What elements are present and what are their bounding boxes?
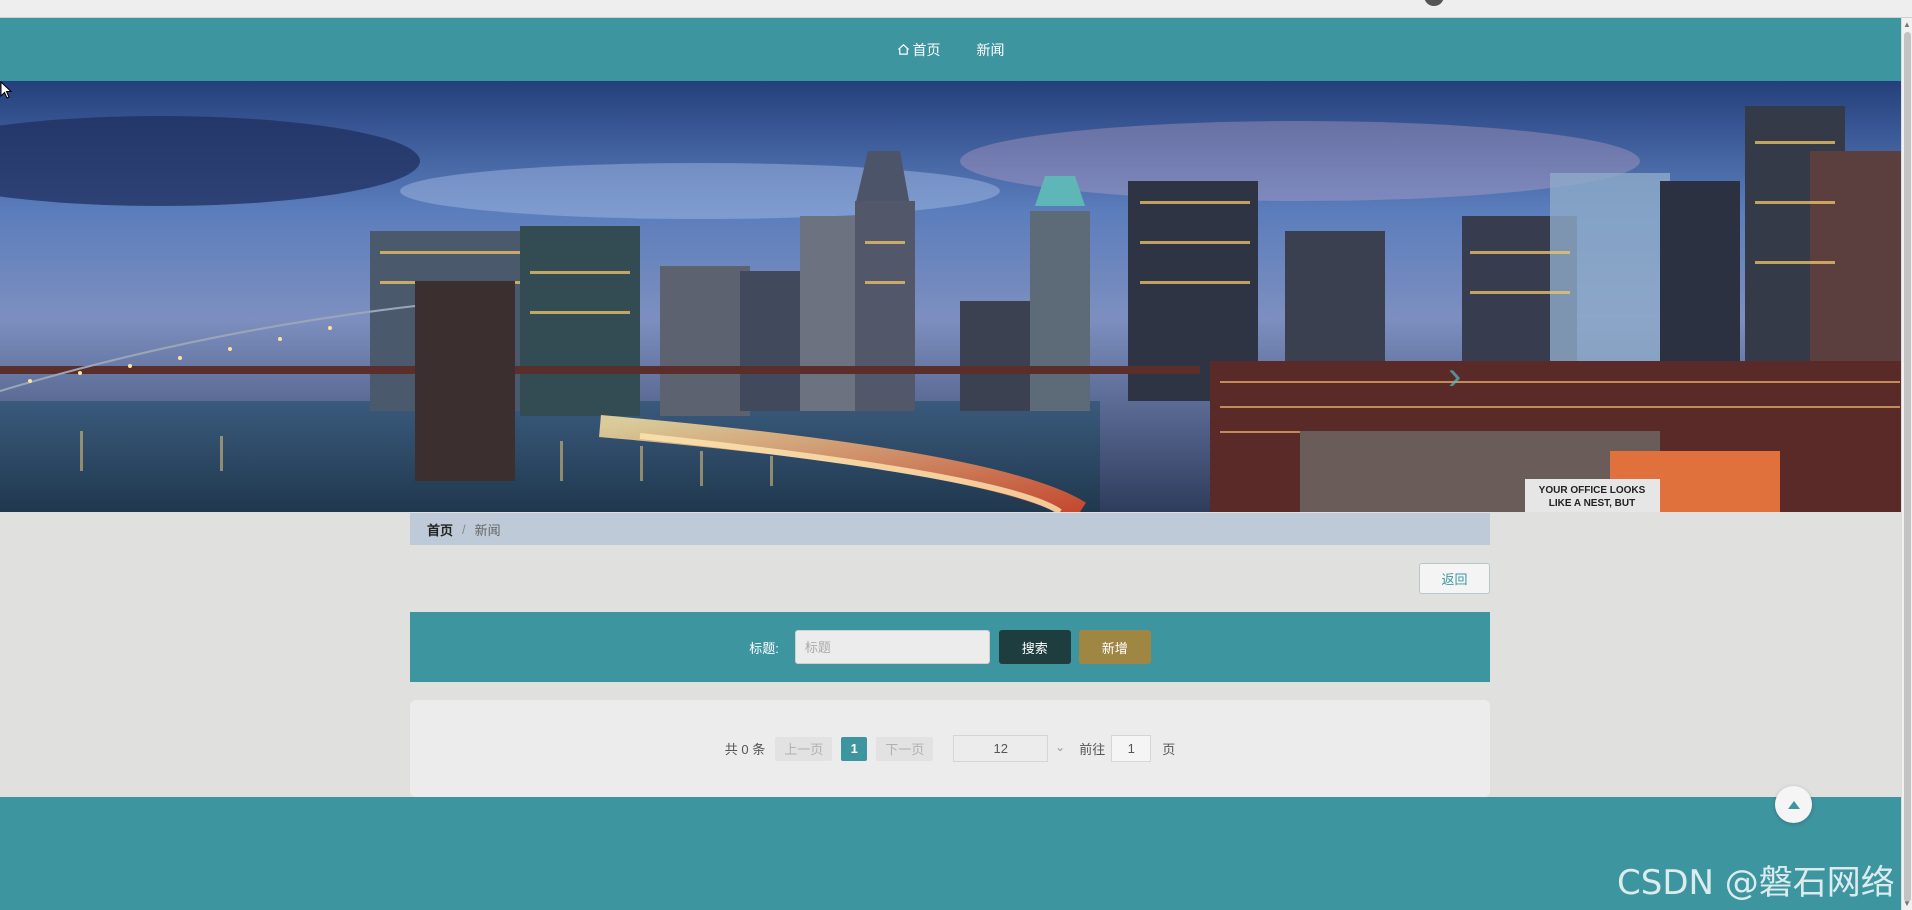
- main-nav: 首页 新闻: [0, 18, 1901, 81]
- hero-banner: YOUR OFFICE LOOKS LIKE A NEST, BUT ›: [0, 81, 1901, 512]
- nav-item-news[interactable]: 新闻: [977, 40, 1005, 60]
- watermark-text: CSDN @磐石网络: [1617, 863, 1895, 903]
- browser-top-strip: [0, 0, 1912, 18]
- scroll-down-icon[interactable]: ▼: [1903, 899, 1911, 908]
- avatar: [1424, 0, 1444, 6]
- sign-text-line1: YOUR OFFICE LOOKS: [1539, 485, 1646, 496]
- nav-item-label: 新闻: [976, 41, 1005, 58]
- breadcrumb-separator: /: [462, 521, 466, 537]
- page-size-select[interactable]: 12 ⌄: [953, 735, 1065, 762]
- add-button[interactable]: 新增: [1078, 630, 1151, 664]
- search-bar: 标题: 搜索 新增: [410, 612, 1490, 682]
- nav-item-home[interactable]: 首页: [897, 40, 941, 60]
- scroll-thumb[interactable]: [1904, 32, 1911, 902]
- banner-next-arrow[interactable]: ›: [1448, 356, 1476, 396]
- mouse-cursor-icon: [0, 81, 12, 99]
- chevron-down-icon: ⌄: [1055, 740, 1066, 754]
- pagination-total: 共 0 条: [724, 742, 766, 757]
- search-label: 标题:: [749, 640, 779, 656]
- breadcrumb-current: 新闻: [474, 522, 501, 538]
- prev-page-button[interactable]: 上一页: [775, 736, 833, 761]
- back-to-top-button[interactable]: [1775, 786, 1812, 823]
- pagination-panel: 共 0 条 上一页 1 下一页 12 ⌄ 前往 页: [410, 700, 1490, 797]
- page-suffix-label: 页: [1162, 742, 1176, 757]
- page-size-value: 12: [953, 735, 1049, 762]
- vertical-scrollbar[interactable]: ▲ ▼: [1901, 18, 1912, 910]
- breadcrumb-home[interactable]: 首页: [427, 520, 453, 539]
- search-button[interactable]: 搜索: [998, 630, 1071, 664]
- back-button[interactable]: 返回: [1419, 563, 1490, 594]
- title-search-input[interactable]: [794, 630, 990, 664]
- breadcrumb: 首页 / 新闻: [410, 513, 1490, 545]
- goto-label: 前往: [1079, 742, 1106, 757]
- sign-text-line2: LIKE A NEST, BUT: [1549, 498, 1635, 509]
- next-page-button[interactable]: 下一页: [876, 736, 934, 761]
- scroll-up-icon[interactable]: ▲: [1903, 20, 1911, 29]
- current-page-number[interactable]: 1: [841, 736, 868, 761]
- city-skyline-image: YOUR OFFICE LOOKS LIKE A NEST, BUT: [0, 81, 1901, 512]
- footer: [0, 797, 1901, 910]
- home-icon: [897, 44, 909, 55]
- goto-page-input[interactable]: [1111, 735, 1152, 762]
- arrow-up-icon: [1787, 800, 1800, 809]
- nav-item-label: 首页: [912, 41, 941, 58]
